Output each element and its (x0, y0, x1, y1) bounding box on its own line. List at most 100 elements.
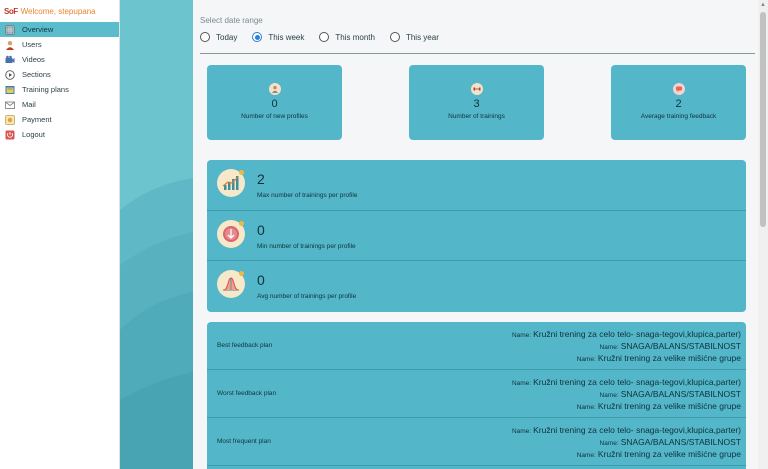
metric-label: Avg number of trainings per profile (257, 293, 357, 300)
name-prefix: Name: (599, 440, 619, 447)
metric-value: 2 (257, 171, 265, 187)
mail-icon (5, 100, 15, 110)
date-range-options: Today This week This month This year (200, 32, 454, 42)
radio-today[interactable]: Today (200, 32, 237, 42)
feedback-icon (672, 83, 685, 95)
name-prefix: Name: (599, 344, 619, 351)
metric-value: 0 (257, 221, 265, 238)
stat-value: 0 (271, 98, 278, 110)
sidebar-item-label: Sections (22, 70, 51, 79)
plan-name: Kružni trening za celo telo- snaga-tegov… (533, 329, 741, 339)
radio-button[interactable] (319, 32, 330, 42)
radio-button[interactable] (252, 32, 263, 42)
sections-icon (5, 69, 15, 80)
payment-icon (5, 114, 15, 125)
radio-label: This week (268, 32, 305, 42)
sidebar-item-users[interactable]: Users (0, 37, 119, 52)
radio-this-month[interactable]: This month (319, 32, 375, 42)
metric-label: Max number of trainings per profile (257, 192, 358, 199)
plan-title: Most frequent plan (217, 438, 271, 445)
stat-card-trainings: 3 Number of trainings (409, 65, 544, 140)
name-prefix: Name: (576, 404, 596, 411)
indicator-dot (239, 271, 244, 276)
radio-label: This year (405, 32, 439, 42)
plan-names: Name: Kružni trening za celo telo- snaga-… (512, 375, 741, 411)
stat-value: 3 (473, 98, 480, 110)
radio-label: Today (216, 32, 238, 42)
plan-name: Kružni trening za velike mišićne grupe (597, 401, 741, 411)
stat-label: Number of trainings (448, 113, 505, 120)
plan-name: Kružni trening za celo telo- snaga-tegov… (533, 425, 741, 435)
plan-name: SNAGA/BALANS/STABILNOST (620, 389, 741, 399)
metric-avg-trainings: 0 Avg number of trainings per profile (207, 261, 746, 312)
decorative-panel (120, 0, 193, 469)
training-plans-icon (5, 85, 15, 95)
metrics-panel: 2 Max number of trainings per profile 0 … (207, 160, 746, 312)
bell-curve-icon (217, 270, 245, 298)
sidebar: SoF Welcome, stepupana Overview Users Vi… (0, 0, 120, 469)
sidebar-item-logout[interactable]: Logout (0, 127, 119, 142)
vertical-scrollbar[interactable]: ▲ (758, 0, 768, 469)
name-prefix: Name: (576, 356, 596, 363)
sidebar-item-label: Mail (22, 100, 36, 109)
sidebar-item-label: Videos (22, 55, 45, 64)
sidebar-item-mail[interactable]: Mail (0, 97, 119, 112)
stat-card-new-profiles: 0 Number of new profiles (207, 65, 342, 140)
radio-this-week[interactable]: This week (252, 32, 304, 42)
metric-value: 0 (257, 272, 265, 288)
metric-min-trainings: 0 Min number of trainings per profile (207, 211, 746, 261)
plan-name: Kružni trening za celo telo- snaga-tegov… (533, 377, 741, 387)
name-prefix: Name: (576, 452, 596, 459)
sidebar-item-sections[interactable]: Sections (0, 67, 119, 82)
metric-label: Min number of trainings per profile (257, 242, 356, 250)
user-icon (5, 40, 15, 50)
radio-label: This month (335, 32, 375, 42)
sidebar-item-label: Payment (22, 115, 52, 124)
name-prefix: Name: (511, 380, 532, 387)
overview-icon (5, 24, 15, 35)
bar-chart-icon (217, 169, 245, 197)
plan-names: Name: Kružni trening za celo telo- snaga-… (512, 423, 741, 459)
plan-name: Kružni trening za velike mišićne grupe (597, 449, 741, 459)
welcome-text: Welcome, stepupana (20, 6, 96, 16)
plan-row-worst-feedback: Worst feedback plan Name: Kružni trening … (207, 370, 746, 418)
name-prefix: Name: (511, 332, 532, 339)
sidebar-item-training-plans[interactable]: Training plans (0, 82, 119, 97)
scroll-thumb[interactable] (760, 12, 766, 227)
name-prefix: Name: (599, 392, 619, 399)
sidebar-item-payment[interactable]: Payment (0, 112, 119, 127)
plan-names: Name: Kružni trening za celo telo- snaga-… (512, 327, 741, 363)
divider (200, 53, 755, 54)
radio-this-year[interactable]: This year (389, 32, 439, 42)
welcome-header: SoF Welcome, stepupana (0, 0, 119, 22)
plan-title: Worst feedback plan (217, 390, 277, 397)
sidebar-item-label: Overview (22, 25, 54, 34)
dumbbell-icon (470, 83, 483, 95)
plan-name: Kružni trening za velike mišićne grupe (597, 353, 741, 363)
name-prefix: Name: (511, 428, 532, 435)
sidebar-item-label: Training plans (22, 85, 69, 94)
scroll-up-arrow-icon[interactable]: ▲ (758, 0, 768, 10)
plan-row-most-frequent: Most frequent plan Name: Kružni trening z… (207, 418, 746, 466)
plan-title: Best feedback plan (217, 342, 273, 349)
sidebar-item-label: Logout (22, 130, 45, 139)
video-icon (5, 55, 15, 65)
profile-icon (268, 83, 281, 95)
date-range-title: Select date range (200, 16, 263, 25)
main-content: Select date range Today This week This m… (193, 0, 758, 469)
sidebar-item-label: Users (22, 40, 42, 49)
stat-label: Average training feedback (640, 113, 717, 120)
metric-max-trainings: 2 Max number of trainings per profile (207, 160, 746, 211)
down-arrow-icon (217, 219, 245, 248)
app-logo: SoF (4, 6, 18, 16)
plan-name: SNAGA/BALANS/STABILNOST (620, 341, 741, 351)
radio-button[interactable] (200, 32, 210, 42)
stat-label: Number of new profiles (241, 113, 308, 120)
plan-name: SNAGA/BALANS/STABILNOST (620, 437, 741, 447)
sidebar-item-overview[interactable]: Overview (0, 22, 119, 37)
logout-icon (5, 130, 15, 140)
radio-button[interactable] (389, 32, 400, 42)
stat-card-average-feedback: 2 Average training feedback (611, 65, 746, 140)
plans-panel: Best feedback plan Name: Kružni trening z… (207, 322, 746, 469)
sidebar-item-videos[interactable]: Videos (0, 52, 119, 67)
